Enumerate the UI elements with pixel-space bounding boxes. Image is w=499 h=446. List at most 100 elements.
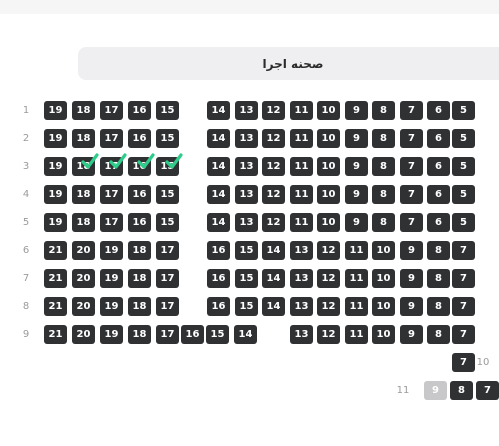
seat-button[interactable]: 13 [235, 157, 258, 176]
seat-button[interactable]: 19 [44, 185, 67, 204]
seat-button[interactable]: 21 [44, 325, 67, 344]
seat-button[interactable]: 13 [290, 325, 313, 344]
seat-button[interactable]: 6 [427, 157, 450, 176]
seat-button[interactable]: 9 [345, 185, 368, 204]
seat-button[interactable]: 5 [452, 101, 475, 120]
seat-button[interactable]: 14 [207, 129, 230, 148]
seat-button[interactable]: 20 [72, 297, 95, 316]
seat-button[interactable]: 21 [44, 241, 67, 260]
seat-button[interactable]: 9 [345, 101, 368, 120]
seat-button[interactable]: 16 [128, 185, 151, 204]
seat-button[interactable]: 14 [262, 297, 285, 316]
seat-button[interactable]: 10 [372, 241, 395, 260]
seat-button[interactable]: 12 [262, 129, 285, 148]
seat-button[interactable]: 7 [452, 269, 475, 288]
seat-button[interactable]: 13 [290, 241, 313, 260]
seat-button[interactable]: 16 [128, 101, 151, 120]
seat-button[interactable]: 12 [317, 269, 340, 288]
seat-button[interactable]: 11 [290, 185, 313, 204]
seat-button[interactable]: 6 [427, 101, 450, 120]
seat-button[interactable]: 20 [72, 269, 95, 288]
seat-button[interactable]: 11 [290, 213, 313, 232]
seat-button[interactable]: 15 [156, 129, 179, 148]
seat-button[interactable]: 12 [317, 325, 340, 344]
seat-button[interactable]: 8 [427, 297, 450, 316]
seat-button[interactable]: 14 [207, 101, 230, 120]
seat-button[interactable]: 13 [290, 297, 313, 316]
seat-button[interactable]: 8 [372, 213, 395, 232]
seat-button[interactable]: 18 [72, 101, 95, 120]
seat-button[interactable]: 10 [372, 297, 395, 316]
seat-button[interactable]: 18 [128, 269, 151, 288]
seat-button[interactable]: 5 [452, 185, 475, 204]
seat-button[interactable]: 9 [345, 157, 368, 176]
seat-button[interactable]: 15 [235, 297, 258, 316]
seat-button[interactable]: 7 [452, 353, 475, 372]
seat-button[interactable]: 8 [427, 325, 450, 344]
seat-button[interactable]: 17 [156, 297, 179, 316]
seat-button[interactable]: 18 [128, 241, 151, 260]
seat-button[interactable]: 10 [317, 129, 340, 148]
seat-button[interactable]: 9 [400, 325, 423, 344]
seat-button[interactable]: 16 [128, 213, 151, 232]
seat-button[interactable]: 18 [72, 185, 95, 204]
seat-button[interactable]: 16 [181, 325, 204, 344]
seat-button[interactable]: 15 [156, 101, 179, 120]
seat-button[interactable]: 21 [44, 297, 67, 316]
seat-button[interactable]: 14 [234, 325, 257, 344]
seat-button[interactable]: 6 [427, 129, 450, 148]
seat-button[interactable]: 15 [156, 213, 179, 232]
seat-button[interactable]: 11 [345, 241, 368, 260]
seat-button[interactable]: 10 [317, 157, 340, 176]
seat-button[interactable]: 8 [427, 269, 450, 288]
seat-button[interactable]: 10 [317, 213, 340, 232]
seat-button[interactable]: 19 [100, 297, 123, 316]
seat-button[interactable]: 13 [235, 185, 258, 204]
seat-button[interactable]: 7 [452, 241, 475, 260]
seat-button[interactable]: 10 [372, 325, 395, 344]
seat-button[interactable]: 12 [317, 297, 340, 316]
seat-button[interactable]: 9 [400, 241, 423, 260]
seat-button[interactable]: 8 [372, 129, 395, 148]
seat-button[interactable]: 8 [372, 185, 395, 204]
seat-button[interactable]: 14 [207, 213, 230, 232]
seat-button[interactable]: 19 [44, 101, 67, 120]
seat-button[interactable]: 7 [452, 297, 475, 316]
seat-button[interactable]: 8 [372, 101, 395, 120]
seat-button[interactable]: 7 [452, 325, 475, 344]
seat-button[interactable]: 18 [72, 213, 95, 232]
seat-button[interactable]: 16 [207, 297, 230, 316]
seat-button[interactable]: 10 [372, 269, 395, 288]
seat-button[interactable]: 16 [128, 129, 151, 148]
seat-button[interactable]: 16 [207, 241, 230, 260]
seat-button[interactable]: 17 [100, 185, 123, 204]
seat-button[interactable]: 7 [400, 213, 423, 232]
seat-button[interactable]: 15 [235, 241, 258, 260]
seat-button[interactable]: 9 [345, 129, 368, 148]
seat-button[interactable]: 18 [128, 325, 151, 344]
seat-button[interactable]: 8 [450, 381, 473, 400]
seat-button[interactable]: 12 [262, 185, 285, 204]
seat-button[interactable]: 7 [400, 101, 423, 120]
seat-button[interactable]: 17 [100, 101, 123, 120]
seat-button[interactable]: 17 [100, 157, 123, 176]
seat-button[interactable]: 11 [345, 325, 368, 344]
seat-button[interactable]: 6 [427, 185, 450, 204]
seat-button[interactable]: 19 [44, 213, 67, 232]
seat-button[interactable]: 18 [72, 157, 95, 176]
seat-button[interactable]: 17 [156, 269, 179, 288]
seat-button[interactable]: 10 [317, 101, 340, 120]
seat-button[interactable]: 7 [476, 381, 499, 400]
seat-button[interactable]: 17 [100, 213, 123, 232]
seat-button[interactable]: 15 [206, 325, 229, 344]
seat-button[interactable]: 14 [207, 185, 230, 204]
seat-button[interactable]: 9 [400, 269, 423, 288]
seat-button[interactable]: 13 [235, 213, 258, 232]
seat-button[interactable]: 20 [72, 241, 95, 260]
seat-button[interactable]: 13 [235, 129, 258, 148]
seat-button[interactable]: 5 [452, 129, 475, 148]
seat-button[interactable]: 8 [427, 241, 450, 260]
seat-button[interactable]: 19 [100, 241, 123, 260]
seat-button[interactable]: 11 [345, 297, 368, 316]
seat-button[interactable]: 11 [345, 269, 368, 288]
